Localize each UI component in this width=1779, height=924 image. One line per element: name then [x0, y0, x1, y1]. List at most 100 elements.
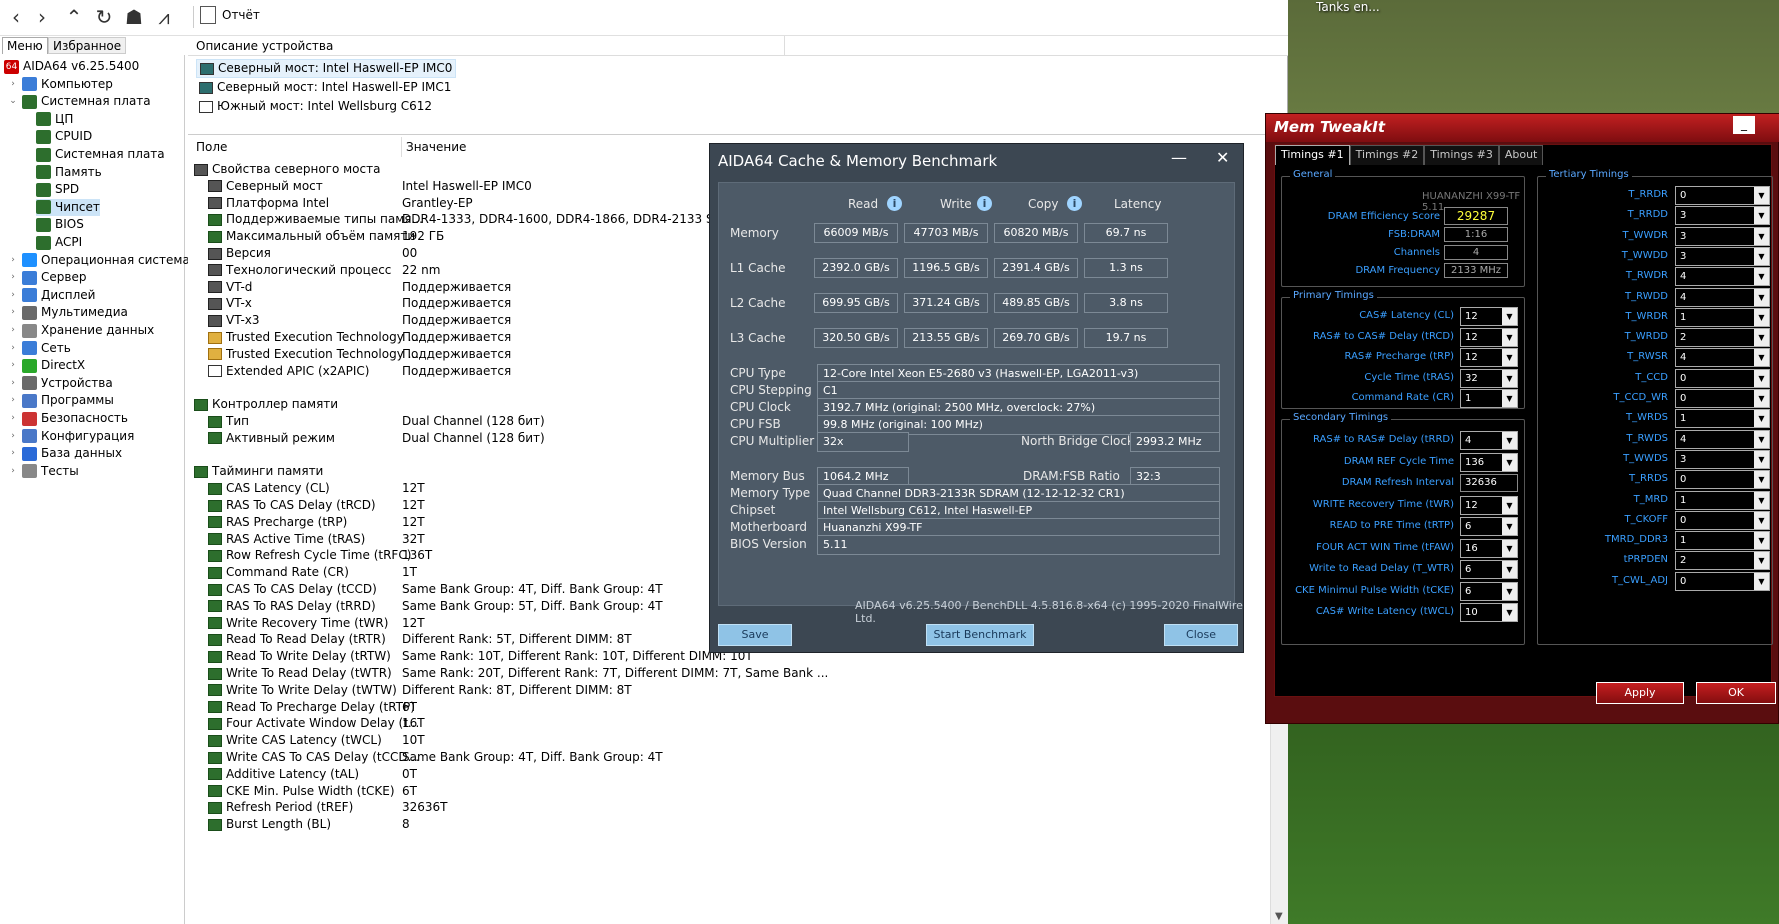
forward-icon[interactable]: › [30, 5, 54, 29]
expand-icon[interactable]: › [8, 304, 18, 321]
close-icon[interactable]: ✕ [1216, 148, 1229, 167]
tree-item[interactable]: 64 AIDA64 v6.25.5400 [4, 58, 139, 75]
back-icon[interactable]: ‹ [4, 5, 28, 29]
report-button[interactable]: Отчёт [200, 6, 260, 24]
tree-item[interactable]: Чипсет [36, 198, 100, 216]
minimize-icon[interactable]: — [1171, 148, 1187, 167]
chevron-down-icon[interactable]: ▼ [1754, 410, 1769, 428]
tree-item[interactable]: › Программы [8, 392, 114, 409]
chevron-down-icon[interactable]: ▼ [1502, 369, 1517, 387]
tab-menu[interactable]: Меню [2, 37, 48, 54]
tertiary-timing-select[interactable]: 4 ▼ [1675, 429, 1770, 449]
tab-timings-4[interactable]: About [1498, 145, 1544, 165]
ok-button[interactable]: OK [1696, 682, 1776, 704]
tree-item[interactable]: ЦП [36, 111, 73, 128]
up-icon[interactable]: ⌃ [62, 5, 86, 29]
tree-item[interactable]: › Безопасность [8, 410, 128, 427]
secondary-timing-select[interactable]: 4 ▼ [1460, 431, 1518, 450]
save-button[interactable]: Save [718, 624, 792, 646]
chevron-down-icon[interactable]: ▼ [1502, 328, 1517, 346]
start-benchmark-button[interactable]: Start Benchmark [926, 624, 1034, 646]
tertiary-timing-select[interactable]: 1 ▼ [1675, 409, 1770, 429]
chevron-down-icon[interactable]: ▼ [1754, 532, 1769, 550]
tertiary-timing-select[interactable]: 0 ▼ [1675, 470, 1770, 490]
tertiary-timing-select[interactable]: 3 ▼ [1675, 226, 1770, 246]
chevron-down-icon[interactable]: ▼ [1754, 430, 1769, 448]
tertiary-timing-select[interactable]: 0 ▼ [1675, 571, 1770, 591]
tree-item[interactable]: › Устройства [8, 375, 113, 392]
tree-item[interactable]: CPUID [36, 128, 92, 145]
secondary-timing-select[interactable]: 12 ▼ [1460, 495, 1518, 515]
expand-icon[interactable]: › [8, 252, 18, 269]
chevron-down-icon[interactable]: ▼ [1502, 518, 1517, 535]
chevron-down-icon[interactable]: ▼ [1502, 432, 1517, 449]
tree-item[interactable]: BIOS [36, 216, 84, 233]
user-icon[interactable]: ☗ [122, 5, 146, 29]
chevron-down-icon[interactable]: ▼ [1754, 329, 1769, 347]
apply-button[interactable]: Apply [1596, 682, 1684, 704]
secondary-timing-select[interactable]: 16 ▼ [1460, 538, 1518, 558]
tree-item[interactable]: Память [36, 164, 102, 181]
primary-timing-select[interactable]: 12 ▼ [1460, 348, 1518, 367]
tertiary-timing-select[interactable]: 3 ▼ [1675, 206, 1770, 226]
tree-item[interactable]: ACPI [36, 234, 82, 251]
chevron-down-icon[interactable]: ▼ [1754, 268, 1769, 286]
chevron-down-icon[interactable]: ▼ [1502, 582, 1517, 600]
refresh-icon[interactable]: ↻ [92, 5, 116, 29]
chevron-down-icon[interactable]: ▼ [1502, 496, 1517, 514]
chevron-down-icon[interactable]: ▼ [1754, 491, 1769, 509]
tertiary-timing-select[interactable]: 1 ▼ [1675, 531, 1770, 551]
chevron-down-icon[interactable]: ▼ [1754, 247, 1769, 265]
expand-icon[interactable]: › [8, 428, 18, 445]
chevron-down-icon[interactable]: ▼ [1754, 572, 1769, 590]
field-column-header[interactable]: Поле [196, 140, 227, 154]
refresh-interval-field[interactable]: 32636 [1460, 474, 1518, 492]
chevron-down-icon[interactable]: ▼ [1754, 308, 1769, 326]
tree-item[interactable]: › Сеть [8, 340, 71, 357]
chevron-down-icon[interactable]: ▼ [1502, 539, 1517, 557]
tertiary-timing-select[interactable]: 0 ▼ [1675, 368, 1770, 388]
tree-item[interactable]: › Дисплей [8, 287, 95, 304]
read-info-icon[interactable]: i [887, 196, 902, 211]
chevron-down-icon[interactable]: ▼ [1754, 511, 1769, 529]
chevron-down-icon[interactable]: ▼ [1754, 450, 1769, 468]
chevron-down-icon[interactable]: ▼ [1502, 349, 1517, 366]
secondary-timing-select[interactable]: 136 ▼ [1460, 452, 1518, 472]
device-item[interactable]: Северный мост: Intel Haswell-EP IMC0 [196, 59, 457, 78]
tab-favorites[interactable]: Избранное [48, 37, 127, 54]
tertiary-timing-select[interactable]: 4 ▼ [1675, 348, 1770, 368]
property-row[interactable]: Burst Length (BL) 8 [188, 815, 1268, 834]
tree-item[interactable]: Системная плата [36, 146, 165, 163]
chevron-down-icon[interactable]: ▼ [1754, 187, 1769, 204]
tertiary-timing-select[interactable]: 3 ▼ [1675, 449, 1770, 469]
chevron-down-icon[interactable]: ▼ [1754, 390, 1769, 407]
write-info-icon[interactable]: i [977, 196, 992, 211]
primary-timing-select[interactable]: 12 ▼ [1460, 327, 1518, 347]
expand-icon[interactable]: › [8, 340, 18, 357]
chevron-down-icon[interactable]: ▼ [1502, 604, 1517, 621]
tree-item[interactable]: › Хранение данных [8, 322, 154, 339]
expand-icon[interactable]: › [8, 463, 18, 480]
tree-item[interactable]: › Операционная система [8, 252, 190, 269]
expand-icon[interactable]: › [8, 375, 18, 392]
primary-timing-select[interactable]: 12 ▼ [1460, 307, 1518, 326]
tertiary-timing-select[interactable]: 1 ▼ [1675, 307, 1770, 327]
tertiary-timing-select[interactable]: 1 ▼ [1675, 490, 1770, 510]
copy-info-icon[interactable]: i [1067, 196, 1082, 211]
secondary-timing-select[interactable]: 6 ▼ [1460, 560, 1518, 579]
chevron-down-icon[interactable]: ▼ [1754, 349, 1769, 367]
expand-icon[interactable]: › [8, 269, 18, 286]
tree-item[interactable]: › Конфигурация [8, 428, 134, 445]
tree-item[interactable]: › Мультимедиа [8, 304, 128, 321]
expand-icon[interactable]: › [8, 410, 18, 427]
tree-item[interactable]: › DirectX [8, 357, 85, 374]
chevron-down-icon[interactable]: ▼ [1754, 207, 1769, 225]
tree-item[interactable]: › Тесты [8, 463, 79, 480]
chart-icon[interactable]: ⩘ [152, 5, 176, 29]
tertiary-timing-select[interactable]: 2 ▼ [1675, 328, 1770, 348]
secondary-timing-select[interactable]: 10 ▼ [1460, 603, 1518, 622]
tertiary-timing-select[interactable]: 4 ▼ [1675, 267, 1770, 287]
chevron-down-icon[interactable]: ▼ [1754, 471, 1769, 489]
expand-icon[interactable]: › [8, 322, 18, 339]
scroll-down-icon[interactable]: ▼ [1275, 911, 1283, 922]
